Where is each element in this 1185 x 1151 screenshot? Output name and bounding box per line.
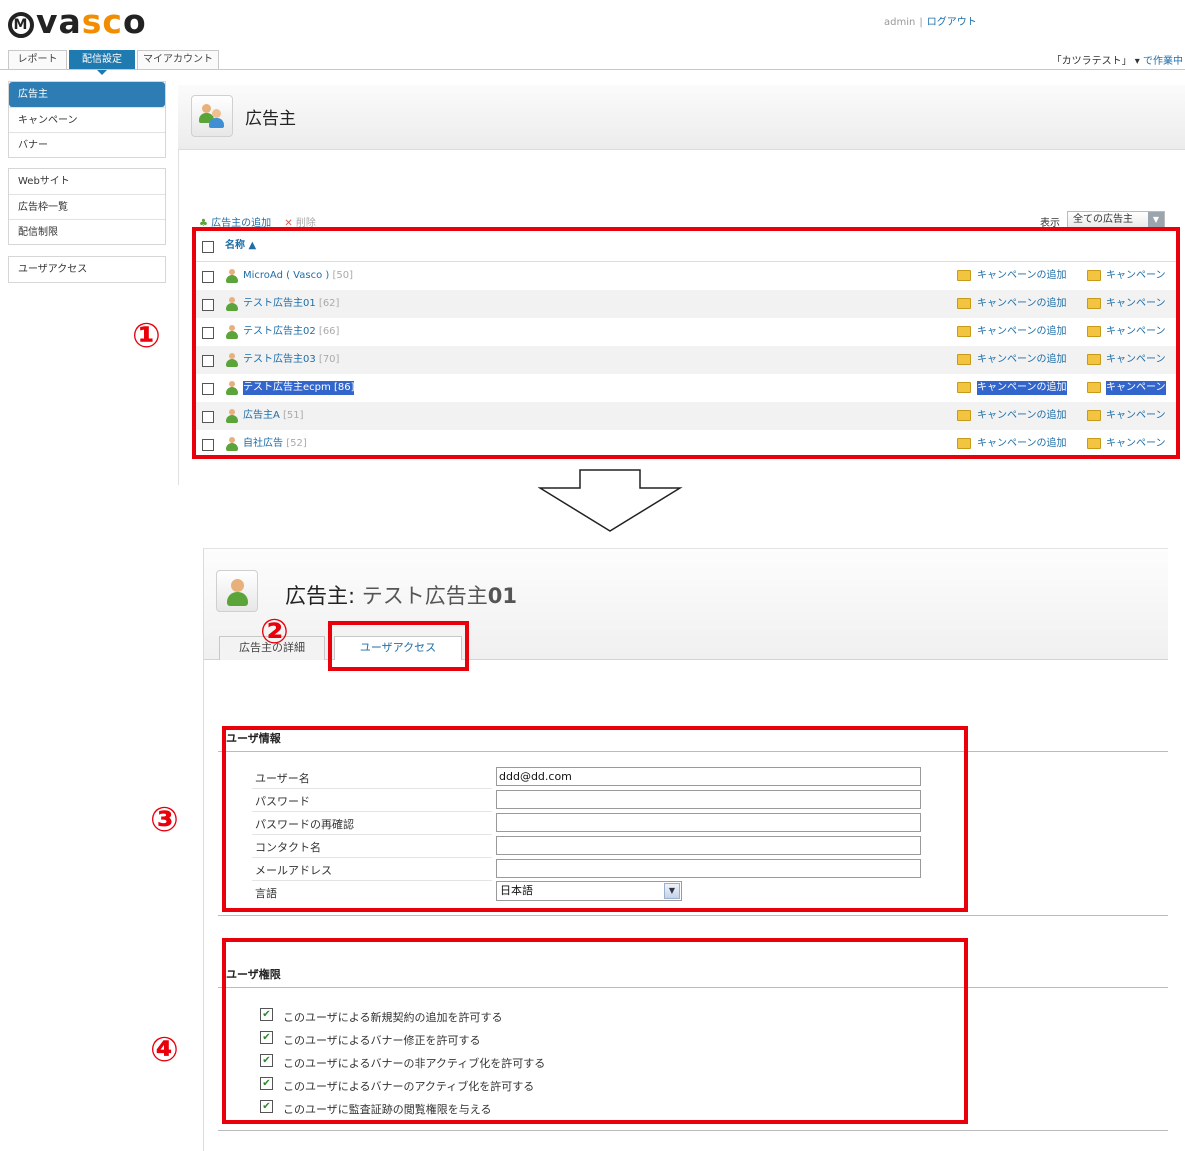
annotation-box-3	[222, 726, 968, 912]
logo-mark-icon: M	[8, 12, 34, 38]
sidebar-group-access: ユーザアクセス	[8, 256, 166, 283]
detail-title: 広告主: テスト広告主01	[285, 584, 517, 608]
sidebar-group-ads: 広告主 キャンペーン バナー	[8, 81, 166, 158]
advertiser-large-icon	[216, 570, 258, 612]
sidebar-item-user-access[interactable]: ユーザアクセス	[9, 257, 165, 282]
logout-link[interactable]: ログアウト	[927, 17, 977, 28]
workspace-link[interactable]: で作業中	[1143, 56, 1183, 67]
annotation-box-1	[192, 227, 1180, 459]
header-user-area: admin | ログアウト	[884, 17, 977, 28]
tab-delivery-settings[interactable]: 配信設定	[69, 50, 135, 75]
sidebar-item-advertiser[interactable]: 広告主	[9, 82, 165, 107]
sidebar-item-zones[interactable]: 広告枠一覧	[9, 194, 165, 219]
chevron-down-icon: ▼	[1148, 212, 1164, 228]
section-divider	[218, 915, 1168, 916]
annotation-2: ②	[260, 612, 289, 652]
annotation-3: ③	[150, 800, 179, 840]
advertisers-icon	[191, 95, 233, 137]
sidebar-item-website[interactable]: Webサイト	[9, 169, 165, 194]
page-title: 広告主	[245, 109, 296, 129]
annotation-box-2	[328, 621, 469, 671]
down-arrow-icon	[538, 469, 683, 532]
sidebar-item-delivery-limit[interactable]: 配信制限	[9, 219, 165, 244]
workspace-name: 「カツラテスト」	[1051, 56, 1132, 67]
vasco-logo: Mvasco	[8, 4, 147, 40]
annotation-box-4	[222, 938, 968, 1124]
sidebar-item-banner[interactable]: バナー	[9, 132, 165, 157]
tab-report[interactable]: レポート	[8, 50, 67, 70]
workspace-indicator[interactable]: 「カツラテスト」 ▾ で作業中	[1052, 52, 1183, 67]
annotation-4: ④	[150, 1030, 179, 1070]
show-filter-value: 全ての広告主	[1073, 214, 1133, 225]
annotation-1: ①	[132, 316, 161, 356]
detail-left-border	[203, 548, 204, 1151]
section-divider	[218, 1130, 1168, 1131]
tab-my-account[interactable]: マイアカウント	[137, 50, 219, 70]
current-user: admin	[884, 17, 916, 28]
page-title-band	[178, 85, 1185, 150]
sidebar-item-campaign[interactable]: キャンペーン	[9, 107, 165, 132]
header-divider	[0, 69, 1185, 70]
sidebar-group-sites: Webサイト 広告枠一覧 配信制限	[8, 168, 166, 245]
